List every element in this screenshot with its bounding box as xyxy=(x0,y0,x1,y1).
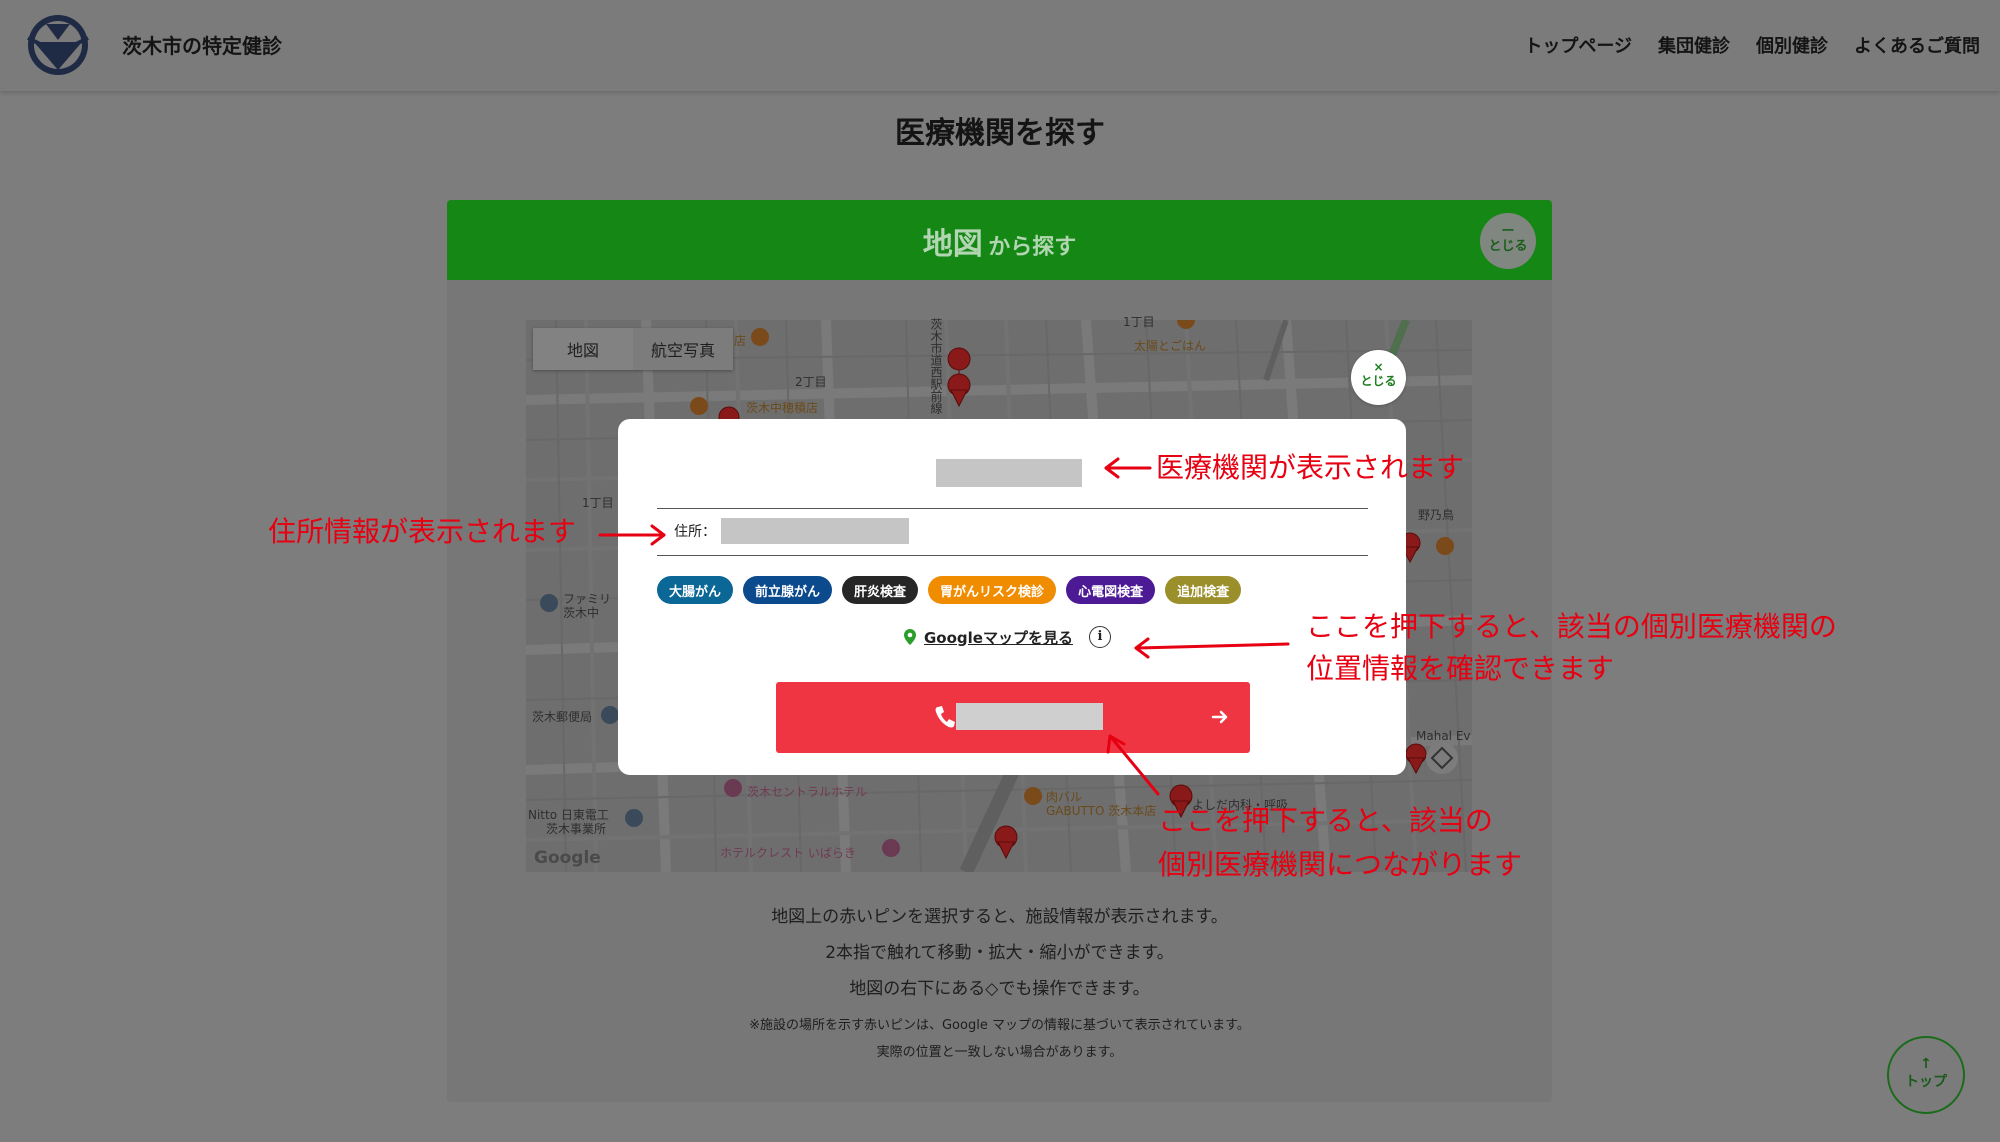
map-note: ※施設の場所を示す赤いピンは、Google マップの情報に基づいて表示されていま… xyxy=(749,1018,1250,1033)
page-title: 医療機関を探す xyxy=(895,116,1105,151)
divider xyxy=(657,555,1368,556)
nav-top-page[interactable]: トップページ xyxy=(1524,32,1632,58)
city-logo-icon[interactable] xyxy=(24,12,96,78)
map-type-satellite[interactable]: 航空写真 xyxy=(633,328,733,370)
annotation-map-link-2: 位置情報を確認できます xyxy=(1306,652,1615,685)
exam-tag: 胃がんリスク検診 xyxy=(928,576,1057,604)
phone-icon xyxy=(935,706,955,728)
map-label: 1丁目 xyxy=(1123,315,1155,329)
map-type-control: 地図 航空写真 xyxy=(533,328,733,370)
map-note: 実際の位置と一致しない場合があります。 xyxy=(876,1045,1123,1060)
info-icon[interactable]: i xyxy=(1088,626,1111,648)
annotation-map-link-1: ここを押下すると、該当の個別医療機関の xyxy=(1306,610,1837,643)
map-label: 茨木セントラルホテル xyxy=(747,785,868,799)
google-map-link-text[interactable]: Googleマップを見る xyxy=(924,627,1073,648)
exam-tag: 追加検査 xyxy=(1165,576,1242,604)
exam-tag: 大腸がん xyxy=(657,576,734,604)
map-label: 店 xyxy=(734,334,747,348)
map-instruction: 地図上の赤いピンを選択すると、施設情報が表示されます。 xyxy=(771,907,1228,927)
map-instruction: 2本指で触れて移動・拡大・縮小ができます。 xyxy=(825,943,1174,963)
nav-group-checkup[interactable]: 集団健診 xyxy=(1658,32,1730,58)
map-label: 茨木市道西駅前線 xyxy=(929,318,943,414)
map-label: 茨木事業所 xyxy=(546,822,607,836)
map-label: GABUTTO 茨木本店 xyxy=(1046,804,1157,818)
arrow-right-icon xyxy=(1211,710,1228,724)
exam-tag: 心電図検査 xyxy=(1066,576,1156,604)
address-value-redacted xyxy=(721,518,909,544)
map-label: 1丁目 xyxy=(582,496,614,510)
google-logo: Google xyxy=(534,848,601,868)
back-to-top-button[interactable]: ↑ トップ xyxy=(1887,1036,1965,1114)
map-label: 茨木中穂積店 xyxy=(746,401,819,415)
map-section-close-button[interactable]: ー とじる xyxy=(1480,213,1536,269)
map-section-title-sub: から探す xyxy=(988,235,1077,260)
map-section-title-main: 地図 xyxy=(922,227,983,262)
site-title[interactable]: 茨木市の特定健診 xyxy=(122,30,282,59)
map-label: ホテルクレスト いばらき xyxy=(720,846,856,860)
annotation-address: 住所情報が表示されます xyxy=(268,515,577,548)
arrow-up-icon: ↑ xyxy=(1920,1056,1932,1072)
map-label: 茨木中 xyxy=(563,606,600,620)
minus-icon: ー xyxy=(1501,224,1515,239)
divider xyxy=(657,508,1368,509)
map-label: 太陽とごはん xyxy=(1134,339,1207,353)
back-to-top-label: トップ xyxy=(1905,1074,1947,1090)
annotation-call-1: ここを押下すると、該当の xyxy=(1158,804,1493,837)
annotation-call-2: 個別医療機関につながります xyxy=(1158,848,1523,881)
nav-faq[interactable]: よくあるご質問 xyxy=(1854,32,1980,58)
facility-name-redacted xyxy=(936,459,1082,487)
map-label: Mahal Ev xyxy=(1416,729,1471,743)
map-pin-icon xyxy=(904,629,916,645)
exam-tag: 前立腺がん xyxy=(743,576,833,604)
map-section-close-label: とじる xyxy=(1488,239,1528,254)
map-instruction: 地図の右下にある◇でも操作できます。 xyxy=(849,979,1150,999)
exam-tags: 大腸がん 前立腺がん 肝炎検査 胃がんリスク検診 心電図検査 追加検査 xyxy=(657,576,1242,604)
exam-tag: 肝炎検査 xyxy=(842,576,919,604)
map-label: 野乃鳥 xyxy=(1418,508,1455,522)
close-icon: × xyxy=(1373,360,1384,374)
popup-close-button[interactable]: × とじる xyxy=(1351,350,1406,405)
annotation-facility-name: 医療機関が表示されます xyxy=(1156,451,1465,484)
main-nav: トップページ 集団健診 個別健診 よくあるご質問 xyxy=(1524,32,1980,58)
phone-number-redacted xyxy=(956,703,1103,730)
map-label: 茨木郵便局 xyxy=(532,710,593,724)
nav-individual-checkup[interactable]: 個別健診 xyxy=(1756,32,1828,58)
map-type-roadmap[interactable]: 地図 xyxy=(533,328,633,370)
google-map-link[interactable]: Googleマップを見る i xyxy=(904,626,1111,648)
map-label: 2丁目 xyxy=(795,375,827,389)
address-label: 住所： xyxy=(674,524,716,540)
map-section-title: 地図 から探す xyxy=(447,219,1552,263)
popup-close-label: とじる xyxy=(1360,374,1397,388)
